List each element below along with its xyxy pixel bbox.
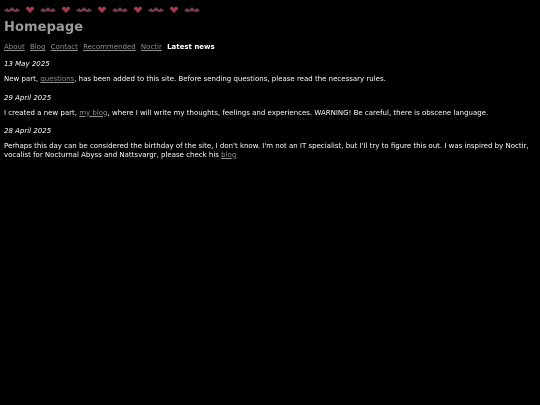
bat-icon (184, 6, 200, 14)
bat-icon (40, 6, 56, 14)
heart-icon (22, 6, 38, 14)
heart-icon (130, 6, 146, 14)
news-date: 29 April 2025 (4, 93, 52, 102)
nav-link-noctir[interactable]: Noctir (141, 43, 162, 51)
news-text-after-link: , where I will write my thoughts, feelin… (107, 108, 489, 117)
news-text: I created a new part, my blog, where I w… (4, 109, 536, 118)
news-text: Perhaps this day can be considered the b… (4, 142, 536, 160)
nav-link-about[interactable]: About (4, 43, 25, 51)
nav-link-recommended[interactable]: Recommended (83, 43, 136, 51)
news-text: New part, questions, has been added to t… (4, 75, 536, 84)
news-date: 13 May 2025 (4, 60, 50, 69)
nav-current-latest-news: Latest news (167, 43, 215, 51)
bat-icon (112, 6, 128, 14)
page-title: Homepage (4, 20, 84, 35)
nav-link-contact[interactable]: Contact (51, 43, 78, 51)
decoration-row (4, 4, 536, 14)
bat-icon (148, 6, 164, 14)
bat-icon (76, 6, 92, 14)
news-text-after-link: , has been added to this site. Before se… (74, 75, 386, 84)
heart-icon (166, 6, 182, 14)
page: Homepage About Blog Contact Recommended … (0, 0, 540, 405)
questions-link[interactable]: questions (40, 75, 74, 83)
news-text-before-link: New part, (4, 75, 41, 84)
news-entry: 29 April 2025 I created a new part, my b… (4, 94, 536, 118)
news-text-before-link: I created a new part, (4, 108, 80, 117)
heart-icon (58, 6, 74, 14)
my-blog-link[interactable]: my blog (79, 109, 107, 117)
news-entry: 28 April 2025 Perhaps this day can be co… (4, 127, 536, 159)
top-navigation: About Blog Contact Recommended Noctir La… (4, 43, 536, 51)
nav-link-blog[interactable]: Blog (30, 43, 45, 51)
news-text-before-link: Perhaps this day can be considered the b… (4, 142, 529, 159)
news-date: 28 April 2025 (4, 127, 52, 136)
bat-icon (4, 6, 20, 14)
noctir-blog-link[interactable]: blog (221, 151, 236, 159)
news-entry: 13 May 2025 New part, questions, has bee… (4, 60, 536, 84)
heart-icon (94, 6, 110, 14)
